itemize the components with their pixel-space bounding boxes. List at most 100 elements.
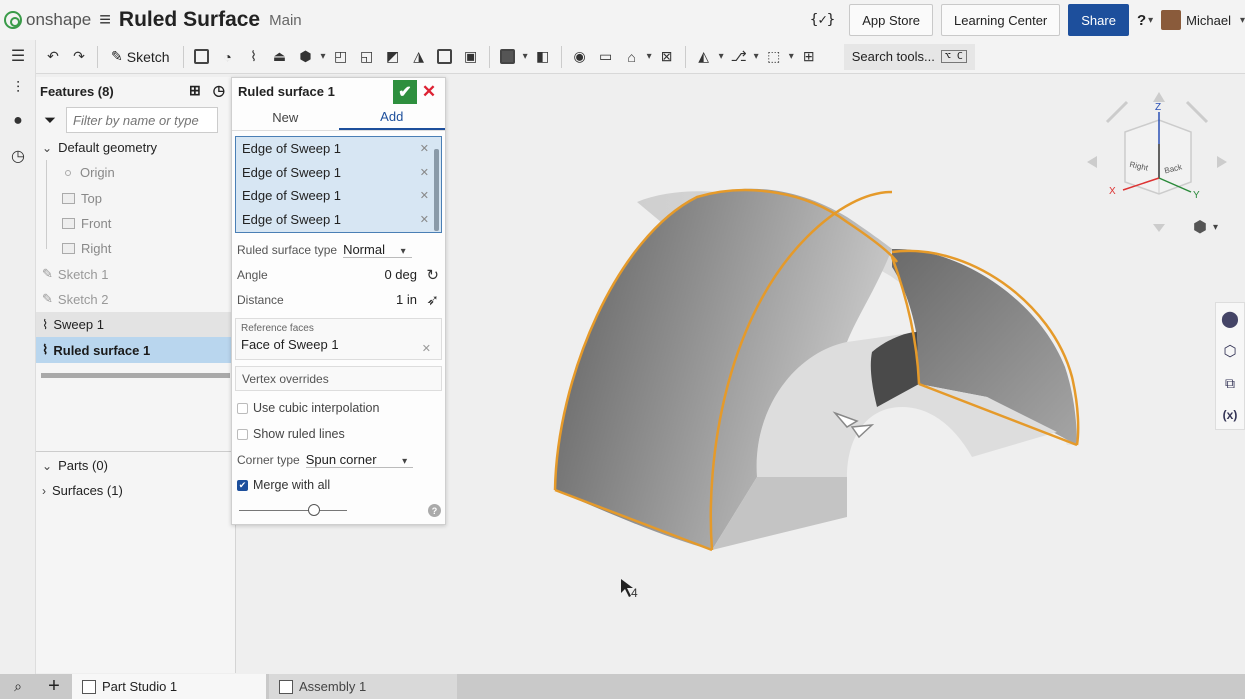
angle-input[interactable]: 0 deg: [384, 267, 417, 282]
tree-item-sweep-1[interactable]: ⌇ Sweep 1: [36, 312, 235, 338]
document-title[interactable]: Ruled Surface: [119, 8, 260, 32]
distance-input[interactable]: 1 in: [396, 292, 417, 307]
rotate-left-icon[interactable]: [1087, 156, 1097, 168]
surface-icon[interactable]: ⬚: [763, 46, 785, 68]
shell-icon[interactable]: [434, 46, 456, 68]
show-ruled-lines-checkbox[interactable]: [237, 428, 248, 440]
scrollbar[interactable]: [434, 149, 439, 231]
hamburger-menu-icon[interactable]: ≡: [99, 9, 111, 32]
list-item[interactable]: Edge of Sweep 1 ✕: [236, 208, 441, 232]
merge-with-all-row[interactable]: ✔ Merge with all: [232, 472, 445, 498]
feature-list-icon[interactable]: ☰: [8, 46, 28, 66]
delete-part-icon[interactable]: ⊠: [656, 46, 678, 68]
tree-item-sketch-2[interactable]: ✎ Sketch 2: [36, 287, 235, 312]
cubic-interpolation-checkbox[interactable]: [237, 402, 248, 414]
preview-slider-track[interactable]: [239, 510, 347, 511]
preview-slider-handle[interactable]: [308, 504, 320, 516]
share-button[interactable]: Share: [1068, 4, 1129, 36]
tree-item-origin[interactable]: Origin: [36, 160, 235, 186]
vertex-overrides-field[interactable]: Vertex overrides: [235, 366, 442, 391]
extrude-icon[interactable]: [191, 46, 213, 68]
rib-icon[interactable]: ◮: [408, 46, 430, 68]
remove-icon[interactable]: ✕: [420, 166, 429, 179]
chevron-down-icon[interactable]: ▾: [789, 51, 794, 62]
edge-selection-list[interactable]: Edge of Sweep 1 ✕ Edge of Sweep 1 ✕ Edge…: [235, 136, 442, 233]
show-ruled-lines-row[interactable]: Show ruled lines: [232, 421, 445, 447]
fillet-icon[interactable]: ◰: [330, 46, 352, 68]
dialog-title[interactable]: Ruled surface 1: [238, 84, 335, 99]
appearance-icon[interactable]: ⬤: [1216, 303, 1244, 335]
tree-item-top-plane[interactable]: Top: [36, 185, 235, 211]
remove-icon[interactable]: ✕: [420, 142, 429, 155]
filter-input[interactable]: [66, 107, 219, 133]
tab-new[interactable]: New: [232, 105, 339, 130]
sweep-icon[interactable]: ⌇: [243, 46, 265, 68]
opposite-direction-icon[interactable]: ➶: [426, 291, 439, 309]
tab-assembly-1[interactable]: Assembly 1: [269, 674, 457, 699]
tree-item-default-geometry[interactable]: ⌄ Default geometry: [36, 135, 235, 160]
chevron-down-icon[interactable]: ▾: [719, 51, 724, 62]
chamfer-icon[interactable]: ◱: [356, 46, 378, 68]
hole-icon[interactable]: ▣: [460, 46, 482, 68]
configurations-icon[interactable]: ⧉: [1216, 367, 1244, 399]
corner-type-select[interactable]: Spun corner ▾: [305, 452, 414, 468]
transform-icon[interactable]: ⌂: [621, 46, 643, 68]
variables-icon[interactable]: (x): [1216, 399, 1244, 431]
sheet-metal-icon[interactable]: ⎇: [728, 46, 750, 68]
filter-icon[interactable]: ⏷: [44, 112, 56, 129]
tree-item-right-plane[interactable]: Right: [36, 236, 235, 261]
remove-icon[interactable]: ✕: [420, 213, 429, 226]
flip-direction-icon[interactable]: ↻: [426, 266, 439, 284]
help-menu[interactable]: ? ▾: [1137, 12, 1153, 29]
undo-icon[interactable]: ↶: [42, 46, 64, 68]
tree-item-sketch-1[interactable]: ✎ Sketch 1: [36, 261, 235, 286]
comments-icon[interactable]: ●: [8, 112, 28, 132]
chevron-down-icon[interactable]: ▾: [523, 51, 528, 62]
add-folder-icon[interactable]: ⊞: [189, 82, 201, 99]
sketch-button[interactable]: ✎ Sketch: [105, 45, 176, 69]
loft-icon[interactable]: ⏏: [269, 46, 291, 68]
list-item[interactable]: Edge of Sweep 1 ✕: [236, 161, 441, 185]
app-store-button[interactable]: App Store: [849, 4, 934, 36]
accept-check-icon[interactable]: ✔: [393, 80, 417, 104]
list-item[interactable]: Edge of Sweep 1 ✕: [236, 184, 441, 208]
chevron-down-icon[interactable]: ▾: [321, 51, 326, 62]
tab-manager-icon[interactable]: ⌕: [0, 678, 36, 695]
list-item[interactable]: Edge of Sweep 1 ✕: [236, 137, 441, 161]
remove-icon[interactable]: ✕: [422, 342, 431, 355]
boolean-icon[interactable]: ◉: [569, 46, 591, 68]
mirror-icon[interactable]: ◧: [532, 46, 554, 68]
plane-icon[interactable]: ◭: [693, 46, 715, 68]
remove-icon[interactable]: ✕: [420, 189, 429, 202]
chevron-down-icon[interactable]: ▾: [647, 51, 652, 62]
tree-item-parts[interactable]: ⌄ Parts (0): [36, 453, 236, 478]
view-options-menu[interactable]: ⬢ ▾: [1193, 217, 1218, 237]
help-icon[interactable]: ?: [428, 504, 441, 517]
add-tab-icon[interactable]: +: [36, 675, 72, 698]
tree-item-front-plane[interactable]: Front: [36, 210, 235, 237]
search-tools-button[interactable]: Search tools... ⌥ C: [843, 43, 975, 70]
rollback-timer-icon[interactable]: ◷: [213, 82, 225, 99]
learning-center-button[interactable]: Learning Center: [941, 4, 1061, 36]
insert-icon[interactable]: ⫶: [8, 80, 28, 100]
custom-feature-icon[interactable]: ⊞: [798, 46, 820, 68]
reference-faces-field[interactable]: Reference faces Face of Sweep 1 ✕: [235, 318, 442, 360]
rollback-bar[interactable]: [41, 372, 230, 378]
rotate-up-icon[interactable]: [1153, 92, 1165, 102]
draft-icon[interactable]: ◩: [382, 46, 404, 68]
rotate-right-icon[interactable]: [1217, 156, 1227, 168]
onshape-logo[interactable]: onshape: [4, 10, 91, 30]
redo-icon[interactable]: ↷: [68, 46, 90, 68]
tab-part-studio-1[interactable]: Part Studio 1: [72, 674, 266, 699]
thicken-icon[interactable]: ⬢: [295, 46, 317, 68]
tab-add[interactable]: Add: [338, 105, 445, 130]
ruled-type-select[interactable]: Normal ▾: [343, 242, 412, 258]
user-menu[interactable]: Michael ▾: [1161, 10, 1245, 30]
merge-with-all-checkbox[interactable]: ✔: [237, 479, 248, 491]
revolve-icon[interactable]: ◔: [217, 46, 239, 68]
cancel-close-icon[interactable]: ✕: [419, 80, 439, 104]
branch-name[interactable]: Main: [269, 12, 302, 29]
cubic-interpolation-row[interactable]: Use cubic interpolation: [232, 395, 445, 421]
panel-divider[interactable]: [36, 451, 236, 452]
variable-studio-button[interactable]: {✓}: [810, 12, 835, 28]
